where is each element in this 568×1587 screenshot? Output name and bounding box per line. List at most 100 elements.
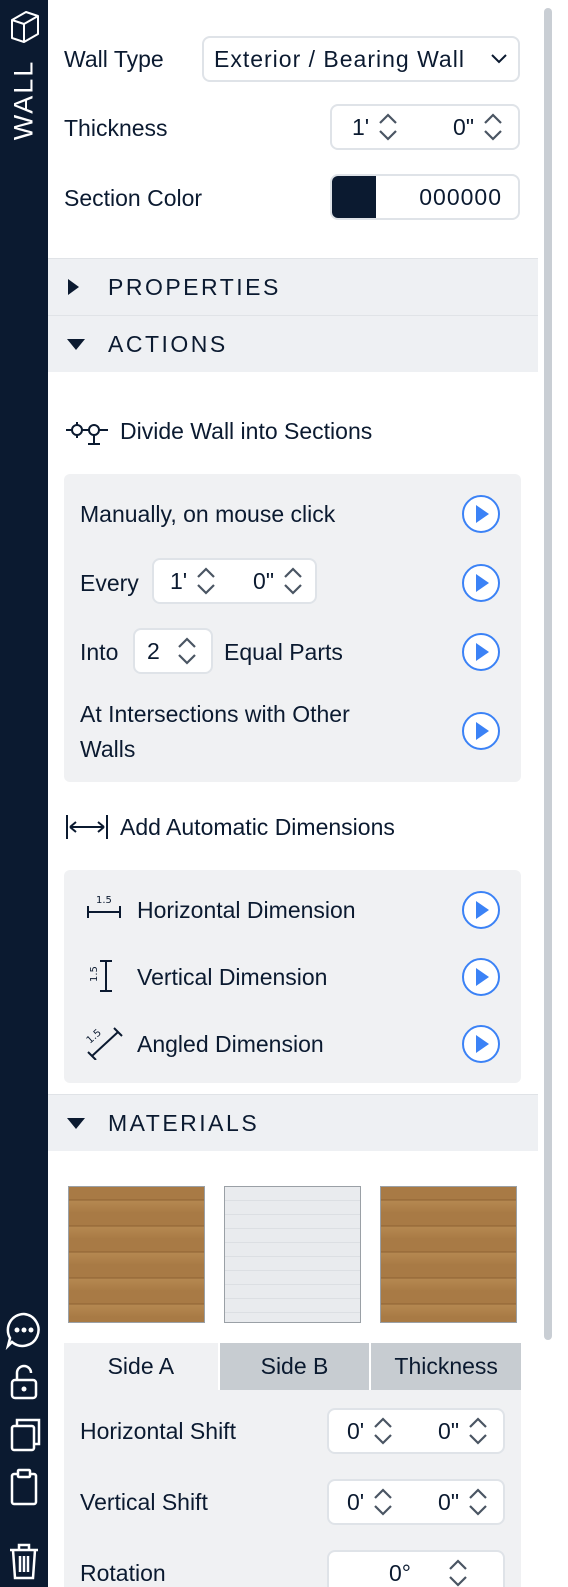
into-parts-input[interactable]: 2: [133, 628, 213, 674]
caret-right-icon: [68, 279, 79, 295]
thickness-label: Thickness: [64, 115, 168, 141]
thickness-input[interactable]: 1' 0": [330, 104, 520, 150]
caret-down-icon: [67, 1118, 85, 1129]
horizontal-dimension-icon: 1.5: [87, 895, 121, 918]
into-parts-stepper-icon[interactable]: [176, 636, 198, 666]
thickness-inches-stepper-icon[interactable]: [482, 112, 504, 142]
vertical-dimension-icon: 1.5: [89, 960, 112, 992]
every-inches-stepper-icon[interactable]: [282, 566, 304, 596]
chevron-down-icon: [491, 54, 507, 64]
angled-dimension-icon: 1.5: [85, 1027, 123, 1060]
copy-icon[interactable]: [4, 1414, 44, 1454]
svg-text:1.5: 1.5: [85, 1027, 104, 1046]
material-swatch-side-a[interactable]: [68, 1186, 205, 1323]
tab-thickness[interactable]: Thickness: [371, 1343, 521, 1390]
vertical-shift-input[interactable]: 0' 0": [327, 1479, 505, 1525]
angled-dimension-play-button[interactable]: [461, 1024, 501, 1064]
horizontal-shift-feet-stepper-icon[interactable]: [372, 1416, 394, 1446]
caret-down-icon: [67, 339, 85, 350]
thickness-feet-stepper-icon[interactable]: [377, 112, 399, 142]
wall-type-label: Wall Type: [64, 46, 164, 72]
manual-divide-play-button[interactable]: [461, 494, 501, 534]
panel-title: WALL: [8, 59, 39, 141]
thickness-feet[interactable]: 1': [352, 114, 369, 141]
horizontal-shift-feet[interactable]: 0': [347, 1418, 364, 1445]
tab-side-b[interactable]: Side B: [219, 1343, 370, 1390]
auto-dimensions-card: 1.5 Horizontal Dimension 1.5 Vertical Di…: [64, 870, 521, 1083]
color-swatch[interactable]: [332, 176, 376, 218]
wall-type-value: Exterior / Bearing Wall: [214, 45, 465, 72]
divide-wall-icon: [66, 422, 108, 445]
play-icon: [462, 1025, 500, 1063]
into-label: Into: [80, 639, 119, 665]
more-icon[interactable]: [4, 1310, 44, 1350]
divide-wall-card: Manually, on mouse click Every 1' 0" Int…: [64, 474, 521, 782]
vertical-shift-feet[interactable]: 0': [347, 1489, 364, 1516]
intersections-label-line2: Walls: [80, 736, 136, 762]
vertical-shift-feet-stepper-icon[interactable]: [372, 1487, 394, 1517]
lock-icon[interactable]: [4, 1362, 44, 1402]
cube-icon: [11, 11, 39, 43]
every-label: Every: [80, 570, 139, 596]
every-distance-input[interactable]: 1' 0": [152, 558, 317, 604]
equal-parts-label: Equal Parts: [224, 639, 343, 665]
every-feet-stepper-icon[interactable]: [195, 566, 217, 596]
rotation-stepper-icon[interactable]: [447, 1558, 469, 1587]
thickness-inches[interactable]: 0": [442, 114, 474, 141]
properties-section-label: PROPERTIES: [108, 273, 281, 300]
auto-dimensions-title: Add Automatic Dimensions: [120, 813, 395, 840]
actions-section-label: ACTIONS: [108, 330, 228, 357]
horizontal-shift-label: Horizontal Shift: [80, 1418, 236, 1444]
panel-scrollbar[interactable]: [544, 8, 552, 1340]
clipboard-icon[interactable]: [4, 1466, 44, 1506]
play-icon: [462, 495, 500, 533]
properties-section-header[interactable]: PROPERTIES: [48, 258, 538, 315]
horizontal-shift-inches[interactable]: 0": [429, 1418, 459, 1445]
rotation-value[interactable]: 0°: [389, 1560, 411, 1587]
horizontal-shift-input[interactable]: 0' 0": [327, 1408, 505, 1454]
section-color-picker[interactable]: 000000: [330, 174, 520, 220]
every-feet[interactable]: 1': [170, 568, 187, 595]
vertical-shift-inches-stepper-icon[interactable]: [467, 1487, 489, 1517]
vertical-dimension-play-button[interactable]: [461, 957, 501, 997]
intersections-label-line1: At Intersections with Other: [80, 701, 350, 727]
play-icon: [462, 633, 500, 671]
rotation-label: Rotation: [80, 1560, 166, 1586]
angled-dimension-label: Angled Dimension: [137, 1031, 324, 1057]
material-side-tabs: Side A Side B Thickness: [64, 1343, 521, 1390]
section-color-label: Section Color: [64, 185, 203, 211]
horizontal-dimension-label: Horizontal Dimension: [137, 897, 356, 923]
divide-wall-heading: Divide Wall into Sections: [64, 416, 372, 446]
vertical-shift-inches[interactable]: 0": [429, 1489, 459, 1516]
svg-text:1.5: 1.5: [89, 966, 100, 982]
materials-section-header[interactable]: MATERIALS: [48, 1094, 538, 1151]
every-inches[interactable]: 0": [246, 568, 274, 595]
wall-properties-panel: Wall Type Exterior / Bearing Wall Thickn…: [48, 0, 538, 1587]
rotation-input[interactable]: 0°: [327, 1550, 505, 1587]
divide-wall-title: Divide Wall into Sections: [120, 417, 373, 444]
play-icon: [462, 958, 500, 996]
left-sidebar: WALL: [0, 0, 48, 1587]
wall-type-select[interactable]: Exterior / Bearing Wall: [202, 36, 520, 82]
auto-dimensions-heading: Add Automatic Dimensions: [64, 812, 395, 842]
into-parts-value[interactable]: 2: [147, 638, 160, 665]
svg-text:1.5: 1.5: [96, 895, 112, 906]
vertical-shift-label: Vertical Shift: [80, 1489, 208, 1515]
dimension-arrow-icon: [66, 815, 108, 839]
equal-parts-play-button[interactable]: [461, 632, 501, 672]
material-swatch-side-b[interactable]: [380, 1186, 517, 1323]
tab-side-a[interactable]: Side A: [64, 1343, 218, 1390]
trash-icon[interactable]: [4, 1540, 44, 1580]
color-hex-value[interactable]: 000000: [376, 184, 518, 211]
play-icon: [462, 564, 500, 602]
play-icon: [462, 712, 500, 750]
every-divide-play-button[interactable]: [461, 563, 501, 603]
horizontal-dimension-play-button[interactable]: [461, 890, 501, 930]
horizontal-shift-inches-stepper-icon[interactable]: [467, 1416, 489, 1446]
material-tab-content: Horizontal Shift 0' 0" Vertical Shift 0'…: [64, 1390, 521, 1587]
intersections-play-button[interactable]: [461, 711, 501, 751]
material-swatch-thickness[interactable]: [224, 1186, 361, 1323]
actions-section-header[interactable]: ACTIONS: [48, 315, 538, 372]
materials-section-label: MATERIALS: [108, 1109, 260, 1136]
vertical-dimension-label: Vertical Dimension: [137, 964, 328, 990]
